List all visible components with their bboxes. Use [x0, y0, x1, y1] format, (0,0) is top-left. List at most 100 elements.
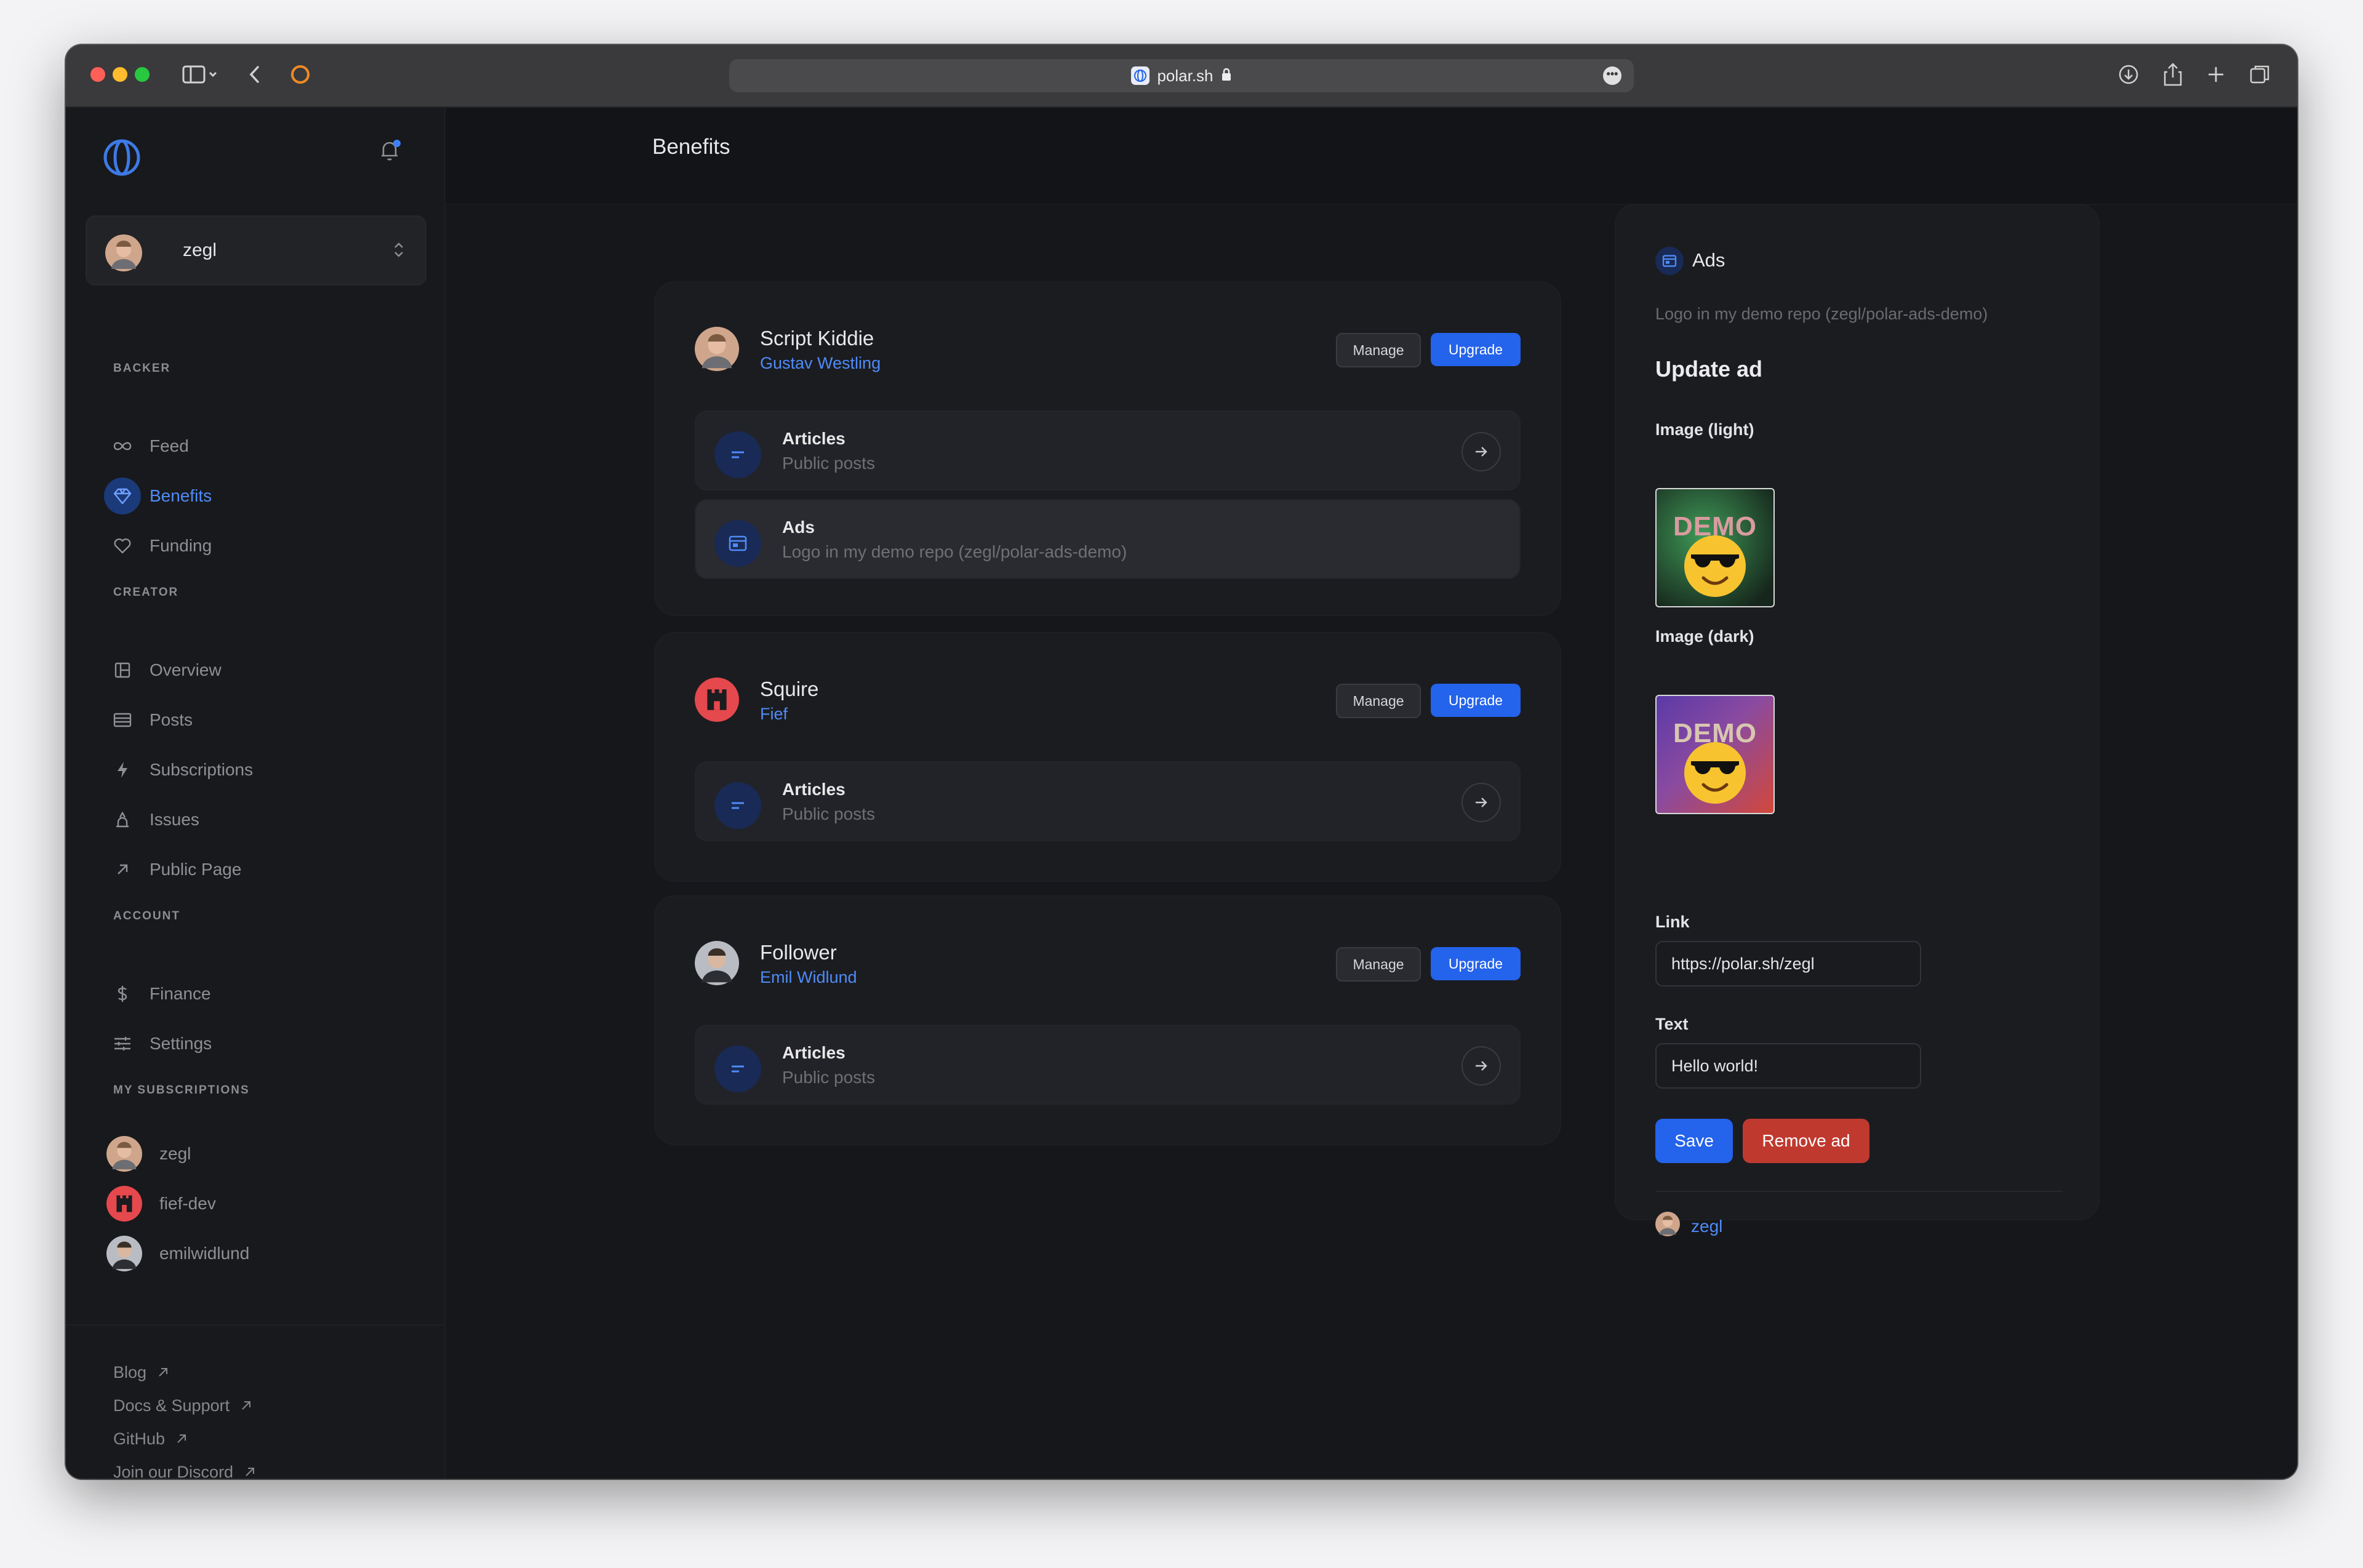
- sunglasses-emoji-icon: [1684, 535, 1746, 597]
- text-input[interactable]: Hello world!: [1655, 1043, 1921, 1089]
- upgrade-button[interactable]: Upgrade: [1431, 333, 1521, 366]
- download-icon[interactable]: [2115, 61, 2142, 88]
- avatar: [695, 941, 739, 988]
- benefit-title: Articles: [782, 780, 846, 799]
- ads-owner[interactable]: zegl: [1655, 1212, 1722, 1241]
- subscription-label: fief-dev: [159, 1194, 216, 1213]
- ads-icon: [1655, 247, 1684, 275]
- sidebar-item-label: Posts: [150, 710, 193, 729]
- sidebar-toggle-icon[interactable]: [182, 61, 218, 88]
- avatar: [106, 1236, 142, 1271]
- articles-icon: [714, 431, 761, 478]
- footer-link-github[interactable]: GitHub: [113, 1430, 187, 1449]
- remove-ad-button[interactable]: Remove ad: [1743, 1119, 1869, 1163]
- footer-link-discord[interactable]: Join our Discord: [113, 1463, 255, 1479]
- sidebar-divider: [66, 1324, 444, 1326]
- footer-link-docs-support[interactable]: Docs & Support: [113, 1396, 252, 1415]
- sidebar-item-label: Overview: [150, 660, 222, 679]
- benefit-row-articles[interactable]: Articles Public posts: [695, 1025, 1521, 1105]
- arrow-right-icon[interactable]: [1461, 783, 1501, 822]
- close-window-button[interactable]: [90, 67, 105, 82]
- sidebar-item-label: Funding: [150, 536, 212, 555]
- section-label-backer: BACKER: [113, 362, 171, 375]
- sidebar-item-public-page[interactable]: Public Page: [104, 851, 412, 888]
- sidebar-item-finance[interactable]: Finance: [104, 975, 412, 1012]
- account-switcher[interactable]: zegl: [86, 215, 426, 286]
- site-favicon-icon: [1131, 66, 1150, 85]
- new-tab-icon[interactable]: [2202, 61, 2229, 88]
- articles-icon: [714, 782, 761, 829]
- issues-icon: [104, 801, 141, 838]
- tier-card-follower: Follower Emil Widlund Manage Upgrade Art…: [654, 895, 1561, 1145]
- upgrade-button[interactable]: Upgrade: [1431, 947, 1521, 980]
- sidebar-item-label: Subscriptions: [150, 760, 254, 779]
- benefit-subtitle: Logo in my demo repo (zegl/polar-ads-dem…: [782, 542, 1127, 561]
- image-light-upload[interactable]: DEMO: [1655, 488, 1775, 607]
- tab-overview-icon[interactable]: [2247, 61, 2274, 88]
- sidebar-item-label: Finance: [150, 984, 211, 1003]
- posts-icon: [104, 702, 141, 738]
- tier-creator-link[interactable]: Gustav Westling: [760, 354, 881, 373]
- sidebar-item-funding[interactable]: Funding: [104, 527, 412, 564]
- image-light-label: Image (light): [1655, 420, 1754, 439]
- arrow-right-icon[interactable]: [1461, 432, 1501, 471]
- bolt-icon: [104, 751, 141, 788]
- subscription-item-zegl[interactable]: zegl: [106, 1135, 191, 1172]
- maximize-window-button[interactable]: [135, 67, 150, 82]
- avatar: [1655, 1212, 1680, 1241]
- minimize-window-button[interactable]: [113, 67, 127, 82]
- sunglasses-emoji-icon: [1684, 742, 1746, 804]
- subscription-label: zegl: [159, 1144, 191, 1163]
- sidebar-item-posts[interactable]: Posts: [104, 702, 412, 738]
- sidebar-item-feed[interactable]: Feed: [104, 428, 412, 465]
- ads-panel: Ads Logo in my demo repo (zegl/polar-ads…: [1615, 204, 2100, 1236]
- tier-creator-link[interactable]: Fief: [760, 705, 788, 724]
- diamond-icon: [104, 478, 141, 514]
- sidebar-item-label: Settings: [150, 1034, 212, 1053]
- section-label-my-subscriptions: MY SUBSCRIPTIONS: [113, 1084, 250, 1097]
- subscription-item-emilwidlund[interactable]: emilwidlund: [106, 1235, 249, 1272]
- manage-button[interactable]: Manage: [1336, 333, 1421, 367]
- sidebar-item-settings[interactable]: Settings: [104, 1025, 412, 1062]
- manage-button[interactable]: Manage: [1336, 947, 1421, 982]
- benefit-row-ads[interactable]: Ads Logo in my demo repo (zegl/polar-ads…: [695, 499, 1521, 579]
- benefit-row-articles[interactable]: Articles Public posts: [695, 761, 1521, 841]
- external-link-icon: [176, 1430, 187, 1449]
- benefit-title: Articles: [782, 429, 846, 448]
- external-link-icon: [241, 1396, 252, 1415]
- image-dark-upload[interactable]: DEMO: [1655, 695, 1775, 814]
- save-button[interactable]: Save: [1655, 1119, 1733, 1163]
- page-header: Benefits: [446, 108, 2297, 205]
- back-icon[interactable]: [241, 61, 268, 88]
- footer-link-blog[interactable]: Blog: [113, 1363, 169, 1382]
- browser-toolbar: polar.sh •••: [66, 45, 2297, 108]
- ads-description: Logo in my demo repo (zegl/polar-ads-dem…: [1655, 305, 1988, 323]
- share-icon[interactable]: [2159, 61, 2186, 88]
- link-input[interactable]: https://polar.sh/zegl: [1655, 941, 1921, 986]
- manage-button[interactable]: Manage: [1336, 684, 1421, 718]
- subscription-item-fief-dev[interactable]: fief-dev: [106, 1185, 216, 1222]
- notifications-bell-icon[interactable]: [377, 137, 403, 166]
- address-bar[interactable]: polar.sh •••: [729, 59, 1634, 92]
- benefit-row-articles[interactable]: Articles Public posts: [695, 410, 1521, 490]
- sidebar-item-label: Benefits: [150, 486, 212, 505]
- upgrade-button[interactable]: Upgrade: [1431, 684, 1521, 717]
- ads-icon: [714, 520, 761, 567]
- more-options-icon[interactable]: •••: [1603, 66, 1621, 85]
- polar-logo-icon[interactable]: [103, 138, 141, 180]
- sidebar-item-benefits[interactable]: Benefits: [104, 478, 412, 514]
- heart-icon: [104, 527, 141, 564]
- lock-icon: [1221, 66, 1232, 86]
- sidebar-item-subscriptions[interactable]: Subscriptions: [104, 751, 412, 788]
- tier-name: Squire: [760, 678, 819, 700]
- extension-icon[interactable]: [287, 61, 314, 88]
- tier-card-squire: Squire Fief Manage Upgrade Articles Publ…: [654, 632, 1561, 882]
- ads-divider: [1655, 1191, 2063, 1192]
- arrow-up-right-icon: [104, 851, 141, 888]
- arrow-right-icon[interactable]: [1461, 1046, 1501, 1086]
- tier-creator-link[interactable]: Emil Widlund: [760, 968, 857, 987]
- benefit-subtitle: Public posts: [782, 454, 875, 473]
- sidebar-item-issues[interactable]: Issues: [104, 801, 412, 838]
- sidebar-item-overview[interactable]: Overview: [104, 652, 412, 689]
- dollar-icon: [104, 975, 141, 1012]
